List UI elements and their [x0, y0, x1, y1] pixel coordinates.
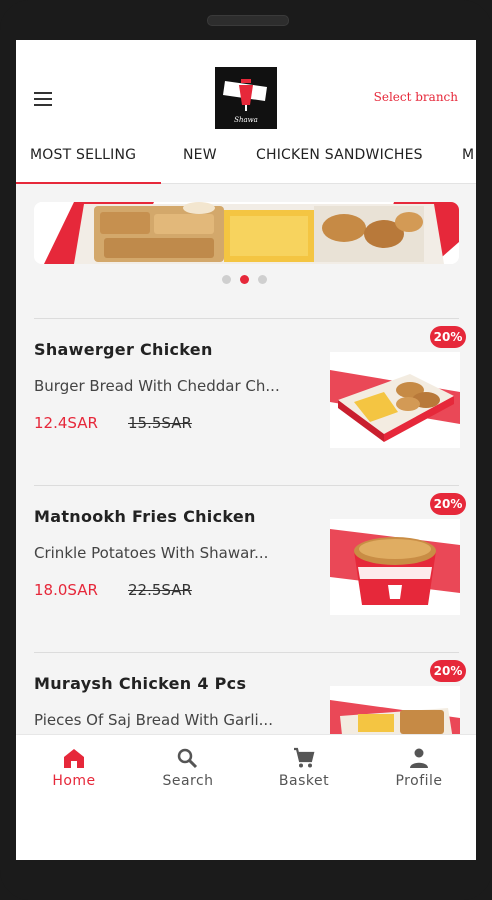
nav-profile[interactable]: Profile [369, 747, 469, 789]
product-card[interactable]: Matnookh Fries Chicken Crinkle Potatoes … [34, 485, 466, 625]
home-icon [64, 749, 84, 768]
brand-logo: Shawa [215, 67, 277, 129]
product-name: Matnookh Fries Chicken [34, 507, 256, 526]
app-bar: Shawa Select branch [16, 40, 476, 138]
nav-basket-label: Basket [278, 773, 330, 789]
menu-icon[interactable] [34, 92, 52, 106]
nav-profile-label: Profile [395, 773, 443, 789]
search-icon [177, 748, 198, 769]
person-icon [410, 748, 428, 768]
carousel-dot[interactable] [258, 275, 267, 284]
speaker-grille [207, 15, 289, 26]
tab-new[interactable]: NEW [183, 147, 217, 163]
app-screen: Shawa Select branch MOST SELLING NEW CHI… [16, 40, 476, 860]
product-name: Muraysh Chicken 4 Pcs [34, 674, 247, 693]
divider [34, 652, 459, 653]
product-image [330, 352, 460, 448]
product-old-price: 22.5SAR [128, 581, 192, 599]
product-description: Crinkle Potatoes With Shawar... [34, 544, 269, 562]
phone-frame: Shawa Select branch MOST SELLING NEW CHI… [0, 0, 492, 900]
select-branch-link[interactable]: Select branch [374, 90, 458, 104]
category-tabs: MOST SELLING NEW CHICKEN SANDWICHES M [16, 138, 476, 184]
nav-search-label: Search [162, 773, 214, 789]
product-name: Shawerger Chicken [34, 340, 213, 359]
nav-home[interactable]: Home [24, 747, 124, 789]
nav-basket[interactable]: Basket [254, 747, 354, 789]
divider [34, 318, 459, 319]
tab-most-selling[interactable]: MOST SELLING [30, 147, 136, 163]
product-description: Burger Bread With Cheddar Ch... [34, 377, 280, 395]
active-tab-indicator [16, 182, 161, 184]
nav-search[interactable]: Search [138, 747, 238, 789]
tab-chicken-sandwiches[interactable]: CHICKEN SANDWICHES [256, 147, 423, 163]
divider [34, 485, 459, 486]
system-navigation-bar [16, 822, 476, 860]
carousel-dot-active[interactable] [240, 275, 249, 284]
discount-badge: 20% [430, 660, 466, 682]
product-card[interactable]: Shawerger Chicken Burger Bread With Ched… [34, 318, 466, 458]
product-price: 12.4SAR [34, 414, 98, 432]
discount-badge: 20% [430, 493, 466, 515]
carousel-dot[interactable] [222, 275, 231, 284]
tab-more[interactable]: M [462, 147, 474, 163]
discount-badge: 20% [430, 326, 466, 348]
nav-home-label: Home [52, 773, 96, 789]
product-description: Pieces Of Saj Bread With Garli... [34, 711, 273, 729]
product-price: 18.0SAR [34, 581, 98, 599]
cart-icon [294, 747, 315, 768]
product-old-price: 15.5SAR [128, 414, 192, 432]
svg-text:Shawa: Shawa [234, 116, 258, 124]
bottom-navigation: Home Search Basket Profile [16, 734, 476, 823]
product-image [330, 519, 460, 615]
promo-banner[interactable] [34, 202, 459, 264]
